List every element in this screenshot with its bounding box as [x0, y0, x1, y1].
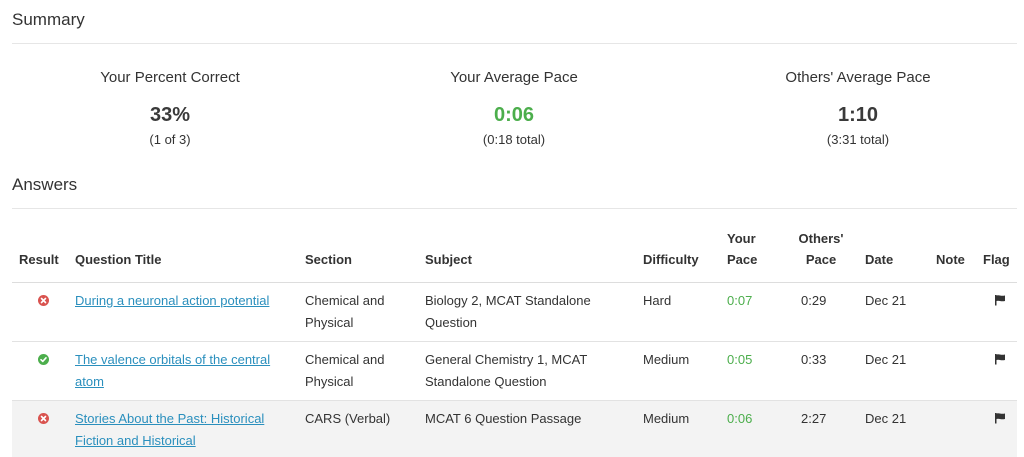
stat-subtext: (0:18 total)	[482, 132, 546, 147]
date-cell: Dec 21	[865, 400, 936, 457]
header-section: Section	[305, 228, 425, 283]
stat-subtext: (1 of 3)	[149, 132, 191, 147]
result-cell	[12, 282, 75, 342]
note-cell[interactable]	[936, 282, 983, 342]
difficulty-cell: Medium	[643, 341, 727, 401]
flag-icon[interactable]	[994, 409, 1006, 431]
x-circle-icon	[38, 295, 49, 306]
difficulty-cell: Medium	[643, 400, 727, 457]
question-title-cell: Stories About the Past: Historical Ficti…	[75, 400, 305, 457]
table-row: Stories About the Past: Historical Ficti…	[12, 400, 1017, 457]
section-cell: Chemical and Physical	[305, 341, 425, 401]
stat-average-pace: Your Average Pace 0:06 (0:18 total)	[364, 68, 664, 149]
subject-cell: Biology 2, MCAT Standalone Question	[425, 282, 643, 342]
question-title-cell: The valence orbitals of the central atom	[75, 341, 305, 401]
date-cell: Dec 21	[865, 341, 936, 401]
header-others-pace: Others' Pace	[791, 228, 865, 283]
stat-percent-correct: Your Percent Correct 33% (1 of 3)	[20, 68, 320, 149]
summary-heading: Summary	[12, 10, 85, 29]
stat-label: Your Percent Correct	[100, 69, 240, 86]
stat-label: Others' Average Pace	[785, 69, 931, 86]
subject-cell: MCAT 6 Question Passage	[425, 400, 643, 457]
stat-value: 33%	[149, 104, 191, 126]
question-link[interactable]: During a neuronal action potential	[75, 290, 295, 312]
header-others-pace-line1: Others'	[798, 231, 844, 246]
section-cell: Chemical and Physical	[305, 282, 425, 342]
check-circle-icon	[38, 354, 49, 365]
stat-value: 1:10	[837, 104, 879, 126]
header-note: Note	[936, 228, 983, 283]
stat-label: Your Average Pace	[450, 69, 578, 86]
note-cell[interactable]	[936, 400, 983, 457]
header-subject: Subject	[425, 228, 643, 283]
header-your-pace: Your Pace	[727, 228, 791, 283]
your-pace-cell: 0:07	[727, 282, 791, 342]
stat-subtext: (3:31 total)	[826, 132, 890, 147]
difficulty-cell: Hard	[643, 282, 727, 342]
answers-table: Result Question Title Section Subject Di…	[12, 228, 1017, 457]
table-row: The valence orbitals of the central atom…	[12, 341, 1017, 401]
date-cell: Dec 21	[865, 282, 936, 342]
header-difficulty: Difficulty	[643, 228, 727, 283]
header-question-title: Question Title	[75, 228, 305, 283]
header-flag: Flag	[983, 228, 1017, 283]
flag-icon[interactable]	[994, 350, 1006, 372]
header-date: Date	[865, 228, 936, 283]
others-pace-cell: 0:33	[791, 341, 865, 401]
your-pace-cell: 0:06	[727, 400, 791, 457]
question-link[interactable]: Stories About the Past: Historical Ficti…	[75, 408, 295, 452]
question-title-cell: During a neuronal action potential	[75, 282, 305, 342]
result-cell	[12, 400, 75, 457]
table-header-row: Result Question Title Section Subject Di…	[12, 228, 1017, 283]
stat-value: 0:06	[493, 104, 535, 126]
divider	[12, 43, 1017, 44]
header-your-pace-line2: Pace	[727, 252, 758, 267]
divider	[12, 208, 1017, 209]
flag-icon[interactable]	[994, 291, 1006, 313]
header-result: Result	[12, 228, 75, 283]
your-pace-cell: 0:05	[727, 341, 791, 401]
others-pace-cell: 2:27	[791, 400, 865, 457]
result-cell	[12, 341, 75, 401]
stat-others-average-pace: Others' Average Pace 1:10 (3:31 total)	[708, 68, 1008, 149]
others-pace-cell: 0:29	[791, 282, 865, 342]
x-circle-icon	[38, 413, 49, 424]
flag-cell	[983, 400, 1017, 457]
header-others-pace-line2: Pace	[805, 252, 837, 267]
flag-cell	[983, 341, 1017, 401]
note-cell[interactable]	[936, 341, 983, 401]
flag-cell	[983, 282, 1017, 342]
question-link[interactable]: The valence orbitals of the central atom	[75, 349, 295, 393]
header-your-pace-line1: Your	[727, 231, 756, 246]
section-cell: CARS (Verbal)	[305, 400, 425, 457]
table-row: During a neuronal action potential Chemi…	[12, 282, 1017, 342]
subject-cell: General Chemistry 1, MCAT Standalone Que…	[425, 341, 643, 401]
answers-heading: Answers	[12, 175, 78, 194]
